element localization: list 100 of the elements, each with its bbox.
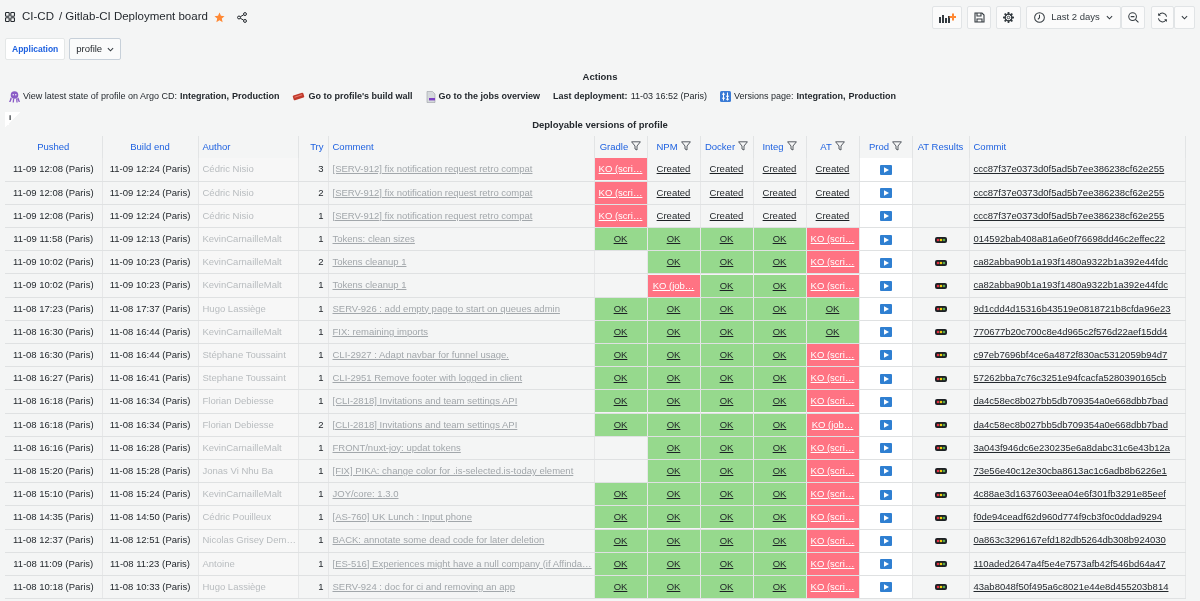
column-header[interactable]: NPM [656, 140, 678, 152]
time-range-button[interactable]: Last 2 days [1026, 5, 1121, 29]
play-icon[interactable] [879, 535, 892, 546]
job-status-link[interactable]: OK [647, 228, 700, 251]
commit-link[interactable]: 770677b20c700c8e4d965c2f576d22aef15dd4 [973, 325, 1168, 337]
traffic-light-icon[interactable] [934, 514, 947, 521]
action-link[interactable]: Production [231, 90, 280, 104]
traffic-light-icon[interactable] [934, 537, 947, 544]
play-icon[interactable] [879, 280, 892, 291]
action-link[interactable]: Integration, [179, 90, 229, 104]
job-status-link[interactable]: Created [753, 158, 806, 181]
job-status-link[interactable]: OK [700, 274, 753, 297]
job-status-link[interactable]: OK [753, 251, 806, 274]
job-status-link[interactable]: Created [753, 181, 806, 204]
job-status-link[interactable]: OK [753, 390, 806, 413]
job-status-link[interactable]: OK [700, 228, 753, 251]
job-status-link[interactable]: OK [647, 344, 700, 367]
job-status-link[interactable]: OK [647, 367, 700, 390]
play-icon[interactable] [879, 512, 892, 523]
job-status-link[interactable]: Created [700, 204, 753, 227]
job-status-link[interactable]: OK [700, 460, 753, 483]
job-status-link[interactable]: OK [594, 483, 647, 506]
job-status-link[interactable]: OK [753, 506, 806, 529]
chevron-down-icon[interactable] [1105, 14, 1113, 20]
play-icon[interactable] [879, 234, 892, 245]
zoom-out-button[interactable] [1121, 5, 1145, 29]
column-header[interactable]: Comment [332, 140, 374, 152]
job-status-link[interactable]: OK [647, 483, 700, 506]
play-icon[interactable] [879, 559, 892, 570]
play-icon[interactable] [879, 188, 892, 199]
job-status-link[interactable]: Created [806, 204, 859, 227]
add-panel-button[interactable] [932, 5, 962, 29]
traffic-light-icon[interactable] [934, 236, 947, 243]
job-status-link[interactable]: OK [647, 506, 700, 529]
job-status-link[interactable]: OK [700, 344, 753, 367]
job-status-link[interactable]: Created [647, 158, 700, 181]
traffic-light-icon[interactable] [934, 375, 947, 382]
play-icon[interactable] [879, 420, 892, 430]
commit-link[interactable]: c97eb7696bf4ce6a4872f830ac5312059b94d7 [973, 348, 1168, 360]
traffic-light-icon[interactable] [934, 329, 947, 336]
action-link[interactable]: Go to the jobs overview [438, 90, 541, 104]
traffic-light-icon[interactable] [934, 561, 947, 568]
traffic-light-icon[interactable] [934, 352, 947, 359]
column-header[interactable]: Author [202, 140, 231, 152]
star-icon[interactable] [213, 11, 225, 23]
panel-info-corner[interactable]: i [5, 112, 21, 128]
play-icon[interactable] [879, 327, 892, 338]
filter-icon[interactable] [680, 140, 691, 151]
commit-link[interactable]: da4c58ec8b027bb5db709354a0e668dbb7bad [973, 395, 1168, 407]
action-link[interactable]: Integration, [796, 90, 846, 104]
filter-icon[interactable] [834, 140, 845, 151]
job-status-link[interactable]: Created [806, 181, 859, 204]
column-header[interactable]: Pushed [37, 140, 70, 152]
commit-link[interactable]: ccc87f37e0373d0f5ad5b7ee386238cf62e255 [973, 163, 1165, 175]
traffic-light-icon[interactable] [934, 282, 947, 289]
traffic-light-icon[interactable] [934, 491, 947, 498]
commit-link[interactable]: ca82abba90b1a193f1480a9322b1a392e44fdc [973, 256, 1168, 268]
job-status-link[interactable]: OK [753, 460, 806, 483]
job-status-link[interactable]: OK [753, 274, 806, 297]
traffic-light-icon[interactable] [934, 584, 947, 591]
refresh-button[interactable] [1151, 5, 1174, 29]
commit-link[interactable]: da4c58ec8b027bb5db709354a0e668dbb7bad [973, 418, 1168, 430]
settings-button[interactable] [996, 5, 1021, 29]
column-header[interactable]: Commit [973, 140, 1007, 152]
column-header[interactable]: Try [310, 140, 324, 152]
job-status-link[interactable]: OK [594, 367, 647, 390]
traffic-light-icon[interactable] [934, 468, 947, 475]
job-status-link[interactable]: OK [594, 228, 647, 251]
commit-link[interactable]: 0a863c3296167efd182db5264db308b924030 [973, 534, 1166, 546]
variable-select[interactable]: profile [69, 38, 122, 60]
play-icon[interactable] [879, 373, 892, 384]
traffic-light-icon[interactable] [934, 398, 947, 405]
job-status-link[interactable]: OK [647, 460, 700, 483]
column-header[interactable]: AT [820, 140, 832, 152]
commit-link[interactable]: f0de94ceadf62d960d774f9cb3f0c0ddad9294 [973, 511, 1163, 523]
job-status-link[interactable]: OK [594, 390, 647, 413]
job-status-link[interactable]: OK [700, 251, 753, 274]
play-icon[interactable] [879, 304, 892, 315]
job-status-link[interactable]: OK [753, 367, 806, 390]
save-button[interactable] [967, 5, 991, 29]
play-icon[interactable] [879, 396, 892, 407]
commit-link[interactable]: ccc87f37e0373d0f5ad5b7ee386238cf62e255 [973, 209, 1165, 221]
filter-icon[interactable] [786, 140, 797, 151]
commit-link[interactable]: ca82abba90b1a193f1480a9322b1a392e44fdc [973, 279, 1168, 291]
share-icon[interactable] [236, 11, 247, 23]
filter-icon[interactable] [892, 140, 903, 151]
traffic-light-icon[interactable] [934, 306, 947, 313]
play-icon[interactable] [879, 466, 892, 477]
job-status-link[interactable]: OK [753, 483, 806, 506]
job-status-link[interactable]: OK [753, 344, 806, 367]
play-icon[interactable] [879, 211, 892, 222]
job-status-link[interactable]: OK [594, 506, 647, 529]
play-icon[interactable] [879, 582, 892, 593]
job-status-link[interactable]: OK [700, 483, 753, 506]
column-header[interactable]: Gradle [599, 140, 629, 152]
traffic-light-icon[interactable] [934, 259, 947, 266]
job-status-link[interactable]: Created [806, 158, 859, 181]
column-header[interactable]: AT Results [917, 140, 964, 152]
traffic-light-icon[interactable] [934, 445, 947, 452]
grid-icon[interactable] [5, 12, 15, 22]
